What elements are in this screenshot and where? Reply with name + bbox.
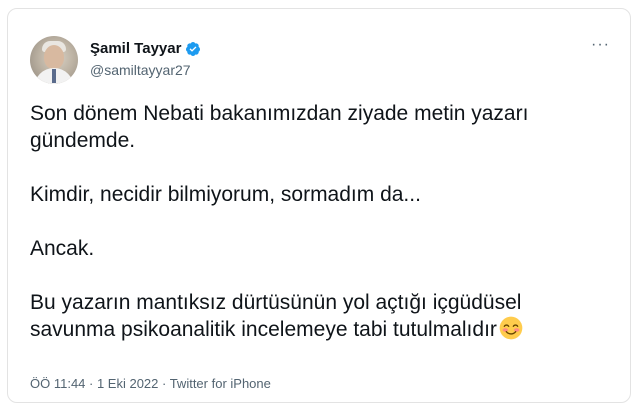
tweet-paragraph-3: Ancak. [30,237,95,260]
avatar[interactable] [30,36,78,84]
tweet-paragraph-4-text: Bu yazarın mantıksız dürtüsünün yol açtı… [30,291,522,341]
avatar-tie [52,69,56,83]
verified-badge-icon [186,41,201,56]
tweet-paragraph-1: Son dönem Nebati bakanımızdan ziyade met… [30,102,529,152]
more-options-icon[interactable]: ··· [591,36,610,54]
author-handle[interactable]: @samiltayyar27 [90,62,191,78]
tweet-paragraph-4: Bu yazarın mantıksız dürtüsünün yol açtı… [30,289,610,343]
tweet-timestamp-source[interactable]: ÖÖ 11:44 · 1 Eki 2022 · Twitter for iPho… [30,376,271,391]
tweet-paragraph-2: Kimdir, necidir bilmiyorum, sormadım da.… [30,183,421,206]
smiling-face-emoji-icon [499,316,523,340]
author-display-name[interactable]: Şamil Tayyar [90,40,181,57]
avatar-face [44,45,64,69]
author-name-row: Şamil Tayyar [90,40,201,57]
tweet-text: Son dönem Nebati bakanımızdan ziyade met… [30,100,610,343]
